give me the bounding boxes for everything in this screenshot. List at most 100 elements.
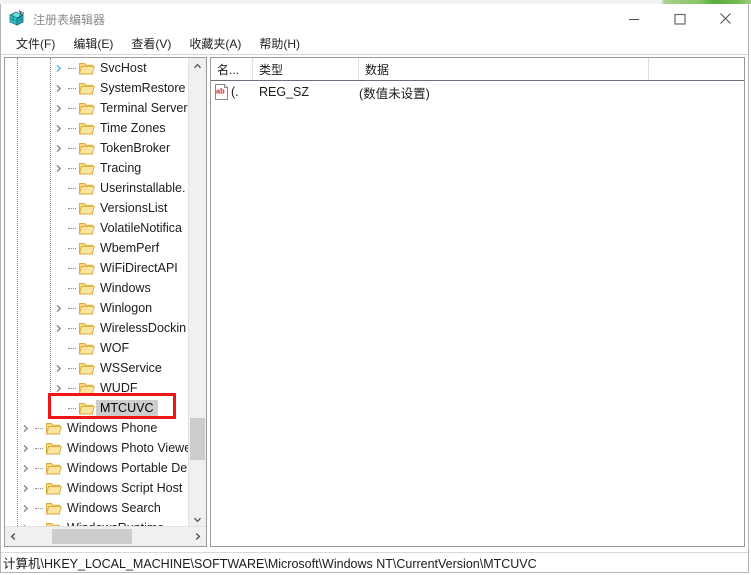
tree-item-wsservice[interactable]: WSService <box>5 358 189 378</box>
chevron-right-icon[interactable] <box>50 78 66 98</box>
tree-horizontal-scrollbar-thumb[interactable] <box>52 529 132 544</box>
maximize-button[interactable] <box>657 4 702 33</box>
window-title: 注册表编辑器 <box>33 13 106 27</box>
tree-indent-spacer <box>5 298 50 318</box>
chevron-right-icon[interactable] <box>50 158 66 178</box>
menu-help[interactable]: 帮助(H) <box>250 33 309 55</box>
scroll-up-icon[interactable] <box>189 58 206 75</box>
tree-item-wifidirectapi[interactable]: WiFiDirectAPI <box>5 258 189 278</box>
tree-leaf-spacer <box>50 278 66 298</box>
folder-icon <box>78 178 96 198</box>
scroll-right-icon[interactable] <box>189 527 206 545</box>
tree-item-wof[interactable]: WOF <box>5 338 189 358</box>
registry-key-tree-pane: SvcHost SystemRestore Terminal Server Time … <box>4 57 207 547</box>
tree-item-label: Windows Search <box>67 501 161 515</box>
tree-item-volatilenotifica[interactable]: VolatileNotifica <box>5 218 189 238</box>
chevron-right-icon[interactable] <box>50 118 66 138</box>
chevron-right-icon[interactable] <box>17 478 33 498</box>
folder-icon <box>78 298 96 318</box>
column-header-data[interactable]: 数据 <box>359 58 649 80</box>
chevron-right-icon[interactable] <box>17 458 33 478</box>
column-header-name[interactable]: 名... <box>211 58 253 80</box>
chevron-right-icon[interactable] <box>50 98 66 118</box>
menu-edit[interactable]: 编辑(E) <box>64 33 122 55</box>
folder-icon <box>45 458 63 478</box>
tree-leaf-spacer <box>50 238 66 258</box>
chevron-right-icon[interactable] <box>50 298 66 318</box>
tree-item-label: Terminal Server <box>100 101 188 115</box>
tree-item-label: Userinstallable. <box>100 181 186 195</box>
tree-item-windows-photo-viewe[interactable]: Windows Photo Viewe <box>5 438 189 458</box>
close-button[interactable] <box>703 4 748 33</box>
tree-item-mtcuvc[interactable]: MTCUVC <box>5 398 189 418</box>
tree-indent-spacer <box>5 58 50 78</box>
tree-connector-line <box>66 58 78 78</box>
tree-vertical-scrollbar[interactable] <box>188 58 206 528</box>
tree-indent-spacer <box>5 78 50 98</box>
tree-item-winlogon[interactable]: Winlogon <box>5 298 189 318</box>
tree-connector-line <box>33 418 45 438</box>
tree-item-time-zones[interactable]: Time Zones <box>5 118 189 138</box>
tree-item-windows-phone[interactable]: Windows Phone <box>5 418 189 438</box>
tree-item-label: Windows Photo Viewe <box>67 441 189 455</box>
menu-favorites[interactable]: 收藏夹(A) <box>180 33 250 55</box>
tree-connector-line <box>66 358 78 378</box>
tree-connector-line <box>66 98 78 118</box>
column-header-type[interactable]: 类型 <box>253 58 359 80</box>
folder-icon <box>78 98 96 118</box>
tree-item-label: WUDF <box>100 381 138 395</box>
tree-item-tokenbroker[interactable]: TokenBroker <box>5 138 189 158</box>
tree-item-windows-script-host[interactable]: Windows Script Host <box>5 478 189 498</box>
registry-values-pane: 名... 类型 数据 ab (. REG_SZ (数值未设置) <box>210 57 745 547</box>
tree-vertical-scrollbar-thumb[interactable] <box>190 418 205 460</box>
tree-item-versionslist[interactable]: VersionsList <box>5 198 189 218</box>
tree-item-wbemperf[interactable]: WbemPerf <box>5 238 189 258</box>
tree-connector-line <box>66 258 78 278</box>
chevron-right-icon[interactable] <box>17 498 33 518</box>
value-name-cell: ab (. <box>211 81 259 103</box>
chevron-right-icon[interactable] <box>17 438 33 458</box>
main-content: SvcHost SystemRestore Terminal Server Time … <box>1 55 748 551</box>
tree-item-userinstallable[interactable]: Userinstallable. <box>5 178 189 198</box>
tree-item-label: SystemRestore <box>100 81 186 95</box>
scroll-left-icon[interactable] <box>5 527 22 545</box>
tree-item-tracing[interactable]: Tracing <box>5 158 189 178</box>
menu-view[interactable]: 查看(V) <box>122 33 180 55</box>
tree-item-terminal-server[interactable]: Terminal Server <box>5 98 189 118</box>
menu-file[interactable]: 文件(F) <box>7 33 64 55</box>
chevron-right-icon[interactable] <box>50 378 66 398</box>
minimize-button[interactable] <box>611 4 656 33</box>
tree-item-wirelessdockin[interactable]: WirelessDockin <box>5 318 189 338</box>
tree-item-wudf[interactable]: WUDF <box>5 378 189 398</box>
folder-icon <box>78 318 96 338</box>
folder-icon <box>78 58 96 78</box>
tree-horizontal-scrollbar[interactable] <box>5 526 206 546</box>
tree-connector-line <box>66 198 78 218</box>
tree-item-systemrestore[interactable]: SystemRestore <box>5 78 189 98</box>
chevron-right-icon[interactable] <box>17 418 33 438</box>
tree-item-windows-portable-de[interactable]: Windows Portable De <box>5 458 189 478</box>
tree-indent-spacer <box>5 158 50 178</box>
chevron-right-icon[interactable] <box>50 58 66 78</box>
folder-icon <box>78 398 96 418</box>
menu-bar: 文件(F) 编辑(E) 查看(V) 收藏夹(A) 帮助(H) <box>1 34 748 55</box>
chevron-right-icon[interactable] <box>50 358 66 378</box>
title-bar: 注册表编辑器 <box>1 4 748 34</box>
tree-connector-line <box>66 318 78 338</box>
tree-item-svchost[interactable]: SvcHost <box>5 58 189 78</box>
chevron-right-icon[interactable] <box>50 138 66 158</box>
chevron-right-icon[interactable] <box>50 318 66 338</box>
tree-connector-line <box>66 298 78 318</box>
tree-indent-spacer <box>5 318 50 338</box>
folder-icon <box>78 78 96 98</box>
value-name-text: (. <box>231 85 239 99</box>
tree-item-label: Windows Portable De <box>67 461 188 475</box>
tree-item-windows[interactable]: Windows <box>5 278 189 298</box>
folder-icon <box>45 498 63 518</box>
tree-item-windows-search[interactable]: Windows Search <box>5 498 189 518</box>
tree-viewport[interactable]: SvcHost SystemRestore Terminal Server Time … <box>5 58 189 528</box>
list-header: 名... 类型 数据 <box>211 58 744 81</box>
table-row[interactable]: ab (. REG_SZ (数值未设置) <box>211 81 744 103</box>
tree-indent-spacer <box>5 218 50 238</box>
registry-editor-icon <box>9 10 26 27</box>
